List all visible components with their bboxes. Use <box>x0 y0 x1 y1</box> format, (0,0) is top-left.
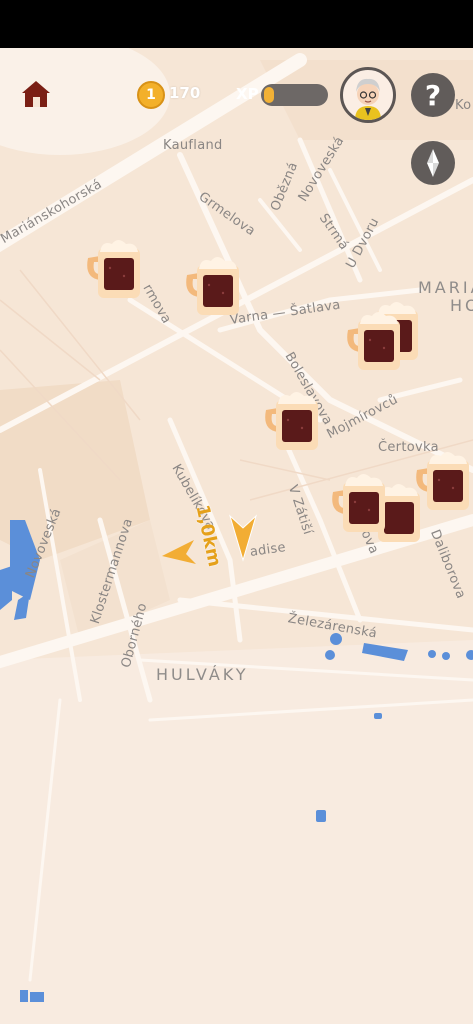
beer-mug-icon[interactable] <box>264 388 324 452</box>
xp-progress-bar <box>261 84 328 106</box>
beer-mug-icon[interactable] <box>331 470 391 534</box>
district-label: HO <box>450 296 473 315</box>
beer-mug-icon[interactable] <box>86 236 146 300</box>
map-view[interactable]: Mariánskohorská Kaufland Obězná Novovesk… <box>0 48 473 1024</box>
xp-label: XP <box>236 85 259 103</box>
beer-mug-icon[interactable] <box>346 308 406 372</box>
coin-count: 170 <box>169 84 201 102</box>
home-icon <box>22 81 50 107</box>
help-button[interactable]: ? <box>411 73 455 117</box>
question-icon: ? <box>424 78 442 112</box>
beer-mug-icon[interactable] <box>185 253 245 317</box>
avatar[interactable] <box>340 67 396 123</box>
status-bar <box>0 0 473 48</box>
player-location-arrow <box>229 514 257 562</box>
street-label: Ko <box>455 98 472 113</box>
district-label: HULVÁKY <box>156 665 249 684</box>
home-button[interactable] <box>14 72 58 116</box>
coin-icon: 1 <box>137 81 165 109</box>
compass-button[interactable] <box>411 141 455 185</box>
old-man-avatar <box>355 78 381 120</box>
street-label: Kaufland <box>163 138 223 153</box>
district-label: MARIÁ <box>418 278 473 297</box>
xp-progress-fill <box>264 87 274 103</box>
beer-mug-icon[interactable] <box>415 448 473 512</box>
direction-arrow-icon <box>162 540 196 564</box>
compass-icon <box>427 149 439 177</box>
